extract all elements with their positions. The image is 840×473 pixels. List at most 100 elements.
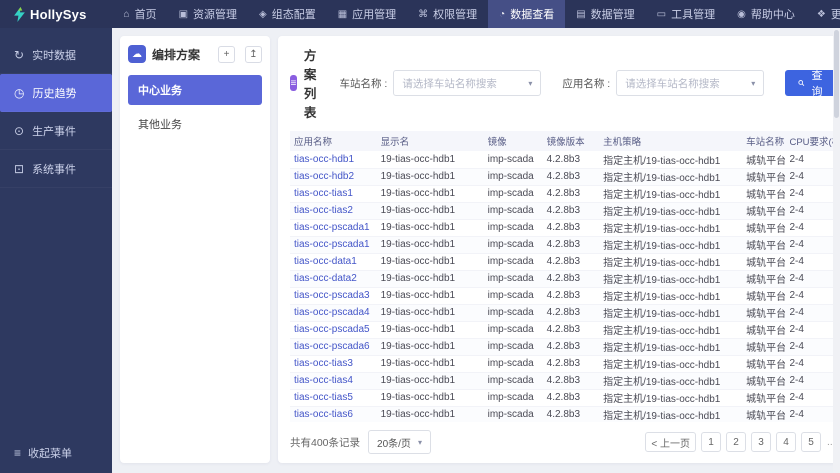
plans-panel: ☁ 编排方案 + ↥ 中心业务 其他业务 [120,36,270,463]
table-row: tias-occ-data1 19-tias-occ-hdb1 imp-scad… [290,253,840,271]
cell-image: imp-scada [483,236,543,254]
app-name-link[interactable]: tias-occ-data2 [294,273,357,284]
table-row: tias-occ-tias2 19-tias-occ-hdb1 imp-scad… [290,202,840,220]
nav-item-help[interactable]: ◉ 帮助中心 ▾ [726,0,806,28]
cell-cpu-requirement: 2-4 [785,406,838,422]
app-select[interactable]: 请选择车站名称搜索 ▾ [616,70,765,96]
cell-cpu-requirement: 2-4 [785,389,838,407]
cell-station-name: 城轨平台 [742,168,786,186]
cell-display-name: 19-tias-occ-hdb1 [376,338,484,356]
app-name-link[interactable]: tias-occ-pscada1 [294,222,370,233]
cell-image-version: 4.2.8b3 [542,406,600,422]
nav-item-more[interactable]: ❖ 更多 ▾ [806,0,840,28]
page-numbers: 12345...1213 [701,432,840,452]
sidebar-item-production-event[interactable]: ⊙ 生产事件 [0,112,112,150]
page-button-3[interactable]: 3 [751,432,772,452]
app-name-link[interactable]: tias-occ-hdb2 [294,171,354,182]
add-plan-button[interactable]: + [218,45,235,63]
cell-app-name: tias-occ-data1 [290,253,377,271]
prev-page-button[interactable]: < 上一页 [645,432,697,452]
page-scrollbar-thumb[interactable] [834,30,839,118]
collapse-menu-icon: ≡ [14,446,22,460]
sidebar-menu: ↻ 实时数据 ◷ 历史趋势 ⊙ 生产事件 ⊡ 系统事件 [0,36,112,188]
cell-station-name: 城轨平台 [742,185,786,203]
plan-item[interactable]: 中心业务 [128,75,262,105]
cell-image: imp-scada [483,389,543,407]
sidebar: ↻ 实时数据 ◷ 历史趋势 ⊙ 生产事件 ⊡ 系统事件 ≡ 收起菜单 [0,28,112,473]
table-row: tias-occ-hdb2 19-tias-occ-hdb1 imp-scada… [290,168,840,186]
search-button[interactable]: 查询 [785,70,838,98]
app-name-link[interactable]: tias-occ-hdb1 [294,154,354,165]
cell-station-name: 城轨平台 [742,287,786,305]
cell-image-version: 4.2.8b3 [542,253,600,271]
table-row: tias-occ-pscada4 19-tias-occ-hdb1 imp-sc… [290,304,840,322]
cell-app-name: tias-occ-tias4 [290,372,377,390]
cell-app-name: tias-occ-tias1 [290,185,377,203]
cell-display-name: 19-tias-occ-hdb1 [376,185,484,203]
cell-display-name: 19-tias-occ-hdb1 [376,287,484,305]
table-header-row: 应用名称显示名镜像镜像版本主机策略车站名称CPU要求(核)内存要求(MB)操作 [290,131,840,151]
cell-station-name: 城轨平台 [742,236,786,254]
nav-item-config[interactable]: ◈ 组态配置 ▾ [248,0,327,28]
cell-cpu-requirement: 2-4 [785,321,838,339]
scheme-table-wrap: 应用名称显示名镜像镜像版本主机策略车站名称CPU要求(核)内存要求(MB)操作 … [290,131,840,422]
page-size-select[interactable]: 20条/页 ▾ [368,430,431,454]
cell-app-name: tias-occ-tias5 [290,389,377,407]
table-row: tias-occ-pscada5 19-tias-occ-hdb1 imp-sc… [290,321,840,339]
page-button-5[interactable]: 5 [801,432,822,452]
page-layout: ↻ 实时数据 ◷ 历史趋势 ⊙ 生产事件 ⊡ 系统事件 ≡ 收起菜单 ☁ 编排方… [0,28,840,473]
plan-item[interactable]: 其他业务 [128,109,262,139]
station-select[interactable]: 请选择车站名称搜索 ▾ [393,70,542,96]
sidebar-item-system-event[interactable]: ⊡ 系统事件 [0,150,112,188]
top-nav: HollySys ⌂ 首页 ▾ ▣ 资源管理 ▾ ◈ 组态配置 ▾ ▦ 应用管理… [0,0,840,28]
cell-host-policy: 指定主机/19-tias-occ-hdb1 [599,372,743,390]
total-records-label: 共有400条记录 [290,436,361,449]
nav-item-data-view[interactable]: ◔ 数据查看 ▾ [488,0,566,28]
page-button-2[interactable]: 2 [726,432,747,452]
app-name-link[interactable]: tias-occ-tias4 [294,375,353,386]
app-name-link[interactable]: tias-occ-pscada6 [294,341,370,352]
collapse-menu-button[interactable]: ≡ 收起菜单 [14,445,72,461]
nav-item-permission[interactable]: ⌘ 权限管理 ▾ [407,0,488,28]
cell-image: imp-scada [483,372,543,390]
cell-host-policy: 指定主机/19-tias-occ-hdb1 [599,253,743,271]
realtime-data-icon: ↻ [14,47,25,62]
cell-app-name: tias-occ-pscada1 [290,219,377,237]
cell-image: imp-scada [483,406,543,422]
nav-item-app[interactable]: ▦ 应用管理 ▾ [327,0,407,28]
cell-app-name: tias-occ-pscada4 [290,304,377,322]
table-row: tias-occ-pscada3 19-tias-occ-hdb1 imp-sc… [290,287,840,305]
nav-item-data-manage[interactable]: ▤ 数据管理 ▾ [565,0,645,28]
app-name-link[interactable]: tias-occ-pscada1 [294,239,370,250]
table-footer: 共有400条记录 20条/页 ▾ < 上一页 12345...1213 下一页 … [278,422,840,463]
export-plan-button[interactable]: ↥ [245,45,262,63]
sidebar-item-realtime-data[interactable]: ↻ 实时数据 [0,36,112,74]
nav-item-resource[interactable]: ▣ 资源管理 ▾ [168,0,248,28]
app-name-link[interactable]: tias-occ-pscada5 [294,324,370,335]
app-name-link[interactable]: tias-occ-tias3 [294,358,353,369]
app-name-link[interactable]: tias-occ-pscada4 [294,307,370,318]
app-name-link[interactable]: tias-occ-tias2 [294,205,353,216]
page-button-4[interactable]: 4 [776,432,797,452]
cell-display-name: 19-tias-occ-hdb1 [376,236,484,254]
app-name-link[interactable]: tias-occ-tias1 [294,188,353,199]
cell-app-name: tias-occ-pscada5 [290,321,377,339]
app-name-link[interactable]: tias-occ-data1 [294,256,357,267]
plans-panel-header: ☁ 编排方案 + ↥ [120,36,270,71]
app-name-link[interactable]: tias-occ-pscada3 [294,290,370,301]
table-row: tias-occ-tias3 19-tias-occ-hdb1 imp-scad… [290,355,840,373]
nav-item-tools[interactable]: ▭ 工具管理 ▾ [646,0,726,28]
sidebar-item-history-trend[interactable]: ◷ 历史趋势 [0,74,112,112]
column-header: 车站名称 [742,131,786,151]
cell-image: imp-scada [483,151,543,169]
app-name-link[interactable]: tias-occ-tias6 [294,409,353,420]
column-header: 主机策略 [599,131,743,151]
cell-app-name: tias-occ-tias6 [290,406,377,422]
nav-item-home[interactable]: ⌂ 首页 ▾ [113,0,168,28]
page-button-1[interactable]: 1 [701,432,722,452]
app-name-link[interactable]: tias-occ-tias5 [294,392,353,403]
cell-host-policy: 指定主机/19-tias-occ-hdb1 [599,406,743,422]
cell-image-version: 4.2.8b3 [542,270,600,288]
cell-display-name: 19-tias-occ-hdb1 [376,253,484,271]
help-icon: ◉ [737,8,746,20]
